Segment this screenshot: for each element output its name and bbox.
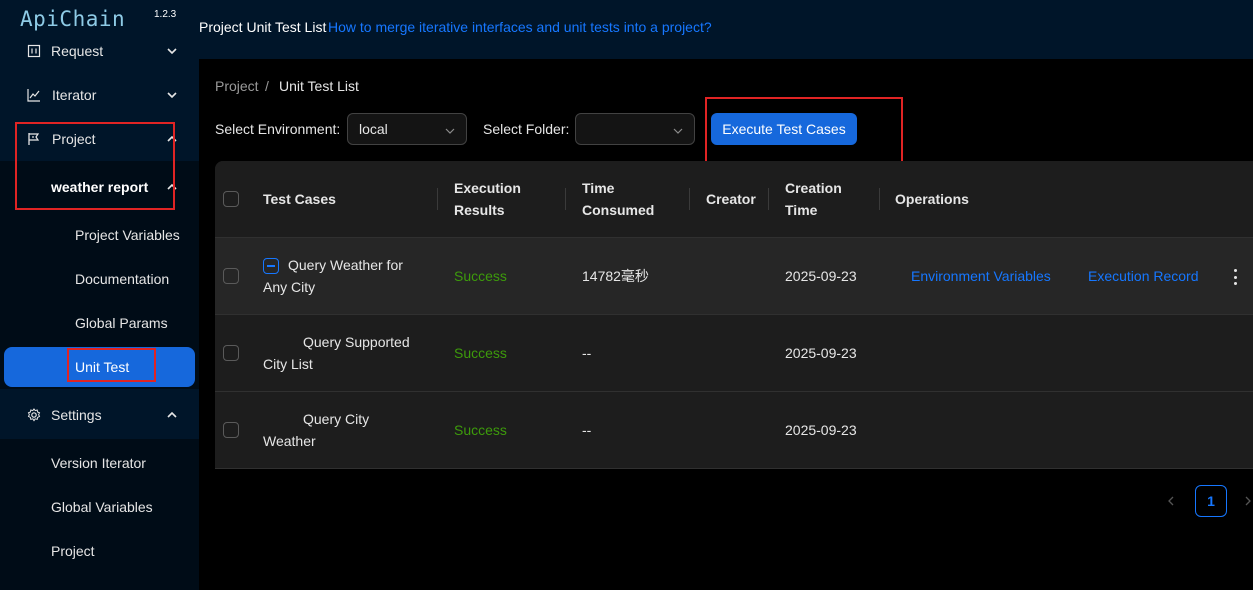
flag-icon: [27, 132, 41, 146]
sidebar-item-request[interactable]: Request: [0, 29, 199, 73]
sidebar-item-label: Documentation: [75, 271, 170, 287]
header-results: Results: [454, 202, 505, 218]
sidebar-item-label: Unit Test: [75, 359, 130, 375]
creation-time: 2025-09-23: [785, 422, 857, 438]
help-link[interactable]: How to merge iterative interfaces and un…: [328, 19, 712, 35]
header-creator: Creator: [706, 191, 756, 207]
test-case-name: Query City: [303, 411, 370, 427]
chevron-down-icon: [444, 124, 456, 136]
chevron-up-icon: [166, 181, 178, 193]
sidebar-item-version-iterator[interactable]: Version Iterator: [0, 441, 199, 485]
gear-icon: [27, 408, 41, 422]
row-checkbox[interactable]: [223, 422, 239, 438]
test-case-name: Query Weather for: [288, 257, 403, 273]
sidebar-item-label: Version Iterator: [51, 455, 146, 471]
chevron-down-icon: [166, 89, 178, 101]
chevron-down-icon: [672, 124, 684, 136]
pagination-next-icon[interactable]: [1243, 493, 1253, 509]
header: Project Unit Test List How to merge iter…: [199, 0, 1253, 59]
app-logo: ApiChain: [20, 7, 126, 31]
time-consumed: --: [582, 422, 592, 438]
sidebar-item-global-params[interactable]: Global Params: [0, 301, 199, 345]
folder-select[interactable]: [575, 113, 695, 145]
header-execution: Execution: [454, 180, 521, 196]
unit-test-table: Test Cases Execution Results Time Consum…: [215, 161, 1253, 469]
column-divider: [437, 188, 438, 210]
sidebar-item-label: Project: [51, 543, 95, 559]
sidebar-item-weather-report[interactable]: weather report: [0, 165, 199, 209]
status-badge: Success: [454, 422, 507, 438]
pagination-page[interactable]: 1: [1195, 485, 1227, 517]
row-checkbox[interactable]: [223, 345, 239, 361]
breadcrumb-project[interactable]: Project: [215, 78, 259, 94]
pagination-prev-icon[interactable]: [1163, 493, 1179, 509]
column-divider: [565, 188, 566, 210]
status-badge: Success: [454, 345, 507, 361]
test-case-name-cont: City List: [263, 356, 313, 372]
header-creation: Creation: [785, 180, 842, 196]
chevron-up-icon: [166, 409, 178, 421]
environment-label: Select Environment:: [215, 121, 341, 137]
sidebar-item-iterator[interactable]: Iterator: [0, 73, 199, 117]
table-row[interactable]: Query Supported City List Success -- 202…: [215, 315, 1253, 392]
sidebar-item-documentation[interactable]: Documentation: [0, 257, 199, 301]
column-divider: [879, 188, 880, 210]
header-creation-time: Time: [785, 202, 818, 218]
sidebar-item-settings[interactable]: Settings: [0, 393, 199, 437]
creation-time: 2025-09-23: [785, 345, 857, 361]
sidebar-item-label: Project: [52, 131, 96, 147]
execution-record-link[interactable]: Execution Record: [1088, 265, 1199, 287]
sidebar-item-project-variables[interactable]: Project Variables: [0, 213, 199, 257]
sidebar-item-global-variables[interactable]: Global Variables: [0, 485, 199, 529]
app-version: 1.2.3: [154, 9, 177, 20]
sidebar-item-project[interactable]: Project: [0, 117, 199, 161]
chevron-down-icon: [166, 45, 178, 57]
status-badge: Success: [454, 268, 507, 284]
sidebar-item-unit-test[interactable]: Unit Test: [0, 345, 199, 389]
breadcrumb-current: Unit Test List: [279, 78, 359, 94]
sidebar-item-label: Settings: [51, 407, 102, 423]
execute-test-cases-button[interactable]: Execute Test Cases: [711, 113, 857, 145]
test-case-name: Query Supported: [303, 334, 410, 350]
time-consumed: --: [582, 345, 592, 361]
row-checkbox[interactable]: [223, 268, 239, 284]
header-test-cases: Test Cases: [263, 191, 336, 207]
test-case-name-cont: Weather: [263, 433, 316, 449]
more-options-icon[interactable]: [1233, 269, 1237, 285]
column-divider: [768, 188, 769, 210]
table-header: Test Cases Execution Results Time Consum…: [215, 161, 1253, 238]
test-case-name-cont: Any City: [263, 279, 316, 295]
breadcrumb-separator: /: [265, 78, 269, 94]
table-row[interactable]: Query City Weather Success -- 2025-09-23: [215, 392, 1253, 469]
table-row[interactable]: Query Weather for Any City Success 14782…: [215, 238, 1253, 315]
folder-label: Select Folder:: [483, 121, 570, 137]
environment-select[interactable]: local: [347, 113, 467, 145]
sidebar-item-label: Request: [51, 43, 104, 59]
collapse-row-icon[interactable]: [263, 258, 279, 274]
select-all-checkbox[interactable]: [223, 191, 239, 207]
sidebar-item-settings-project[interactable]: Project: [0, 529, 199, 573]
environment-value: local: [359, 121, 388, 137]
sidebar-item-label: Project Variables: [75, 227, 180, 243]
chevron-up-icon: [166, 133, 178, 145]
sidebar-item-label: Iterator: [52, 87, 97, 103]
sidebar-item-label: weather report: [51, 179, 149, 195]
sidebar-item-label: Global Variables: [51, 499, 153, 515]
request-icon: [27, 44, 41, 58]
header-consumed: Consumed: [582, 202, 655, 218]
page-title: Project Unit Test List: [199, 19, 327, 35]
header-operations: Operations: [895, 191, 969, 207]
sidebar-item-label: Global Params: [75, 315, 168, 331]
environment-variables-link[interactable]: Environment Variables: [911, 265, 1051, 287]
header-time: Time: [582, 180, 615, 196]
creation-time: 2025-09-23: [785, 268, 857, 284]
chart-line-icon: [27, 88, 41, 102]
sidebar: ApiChain 1.2.3 Request Iterator Project …: [0, 0, 199, 590]
time-consumed: 14782毫秒: [582, 268, 649, 284]
column-divider: [689, 188, 690, 210]
